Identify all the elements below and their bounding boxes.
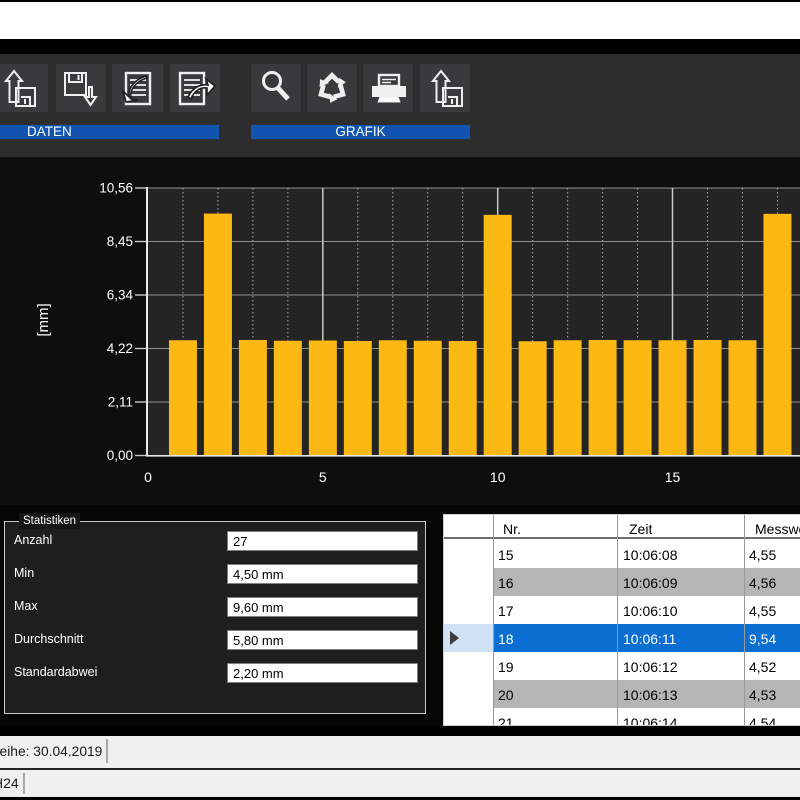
svg-text:4,22: 4,22 [107, 341, 133, 356]
svg-text:0: 0 [144, 469, 152, 485]
svg-text:2,11: 2,11 [108, 395, 133, 410]
svg-text:10,56: 10,56 [99, 181, 133, 196]
svg-text:5: 5 [319, 469, 327, 485]
svg-text:0,00: 0,00 [107, 448, 133, 463]
svg-text:[mm]: [mm] [35, 303, 52, 336]
svg-text:10: 10 [490, 469, 506, 485]
svg-text:15: 15 [665, 469, 681, 485]
svg-text:6,34: 6,34 [107, 288, 134, 303]
svg-text:8,45: 8,45 [107, 234, 133, 249]
